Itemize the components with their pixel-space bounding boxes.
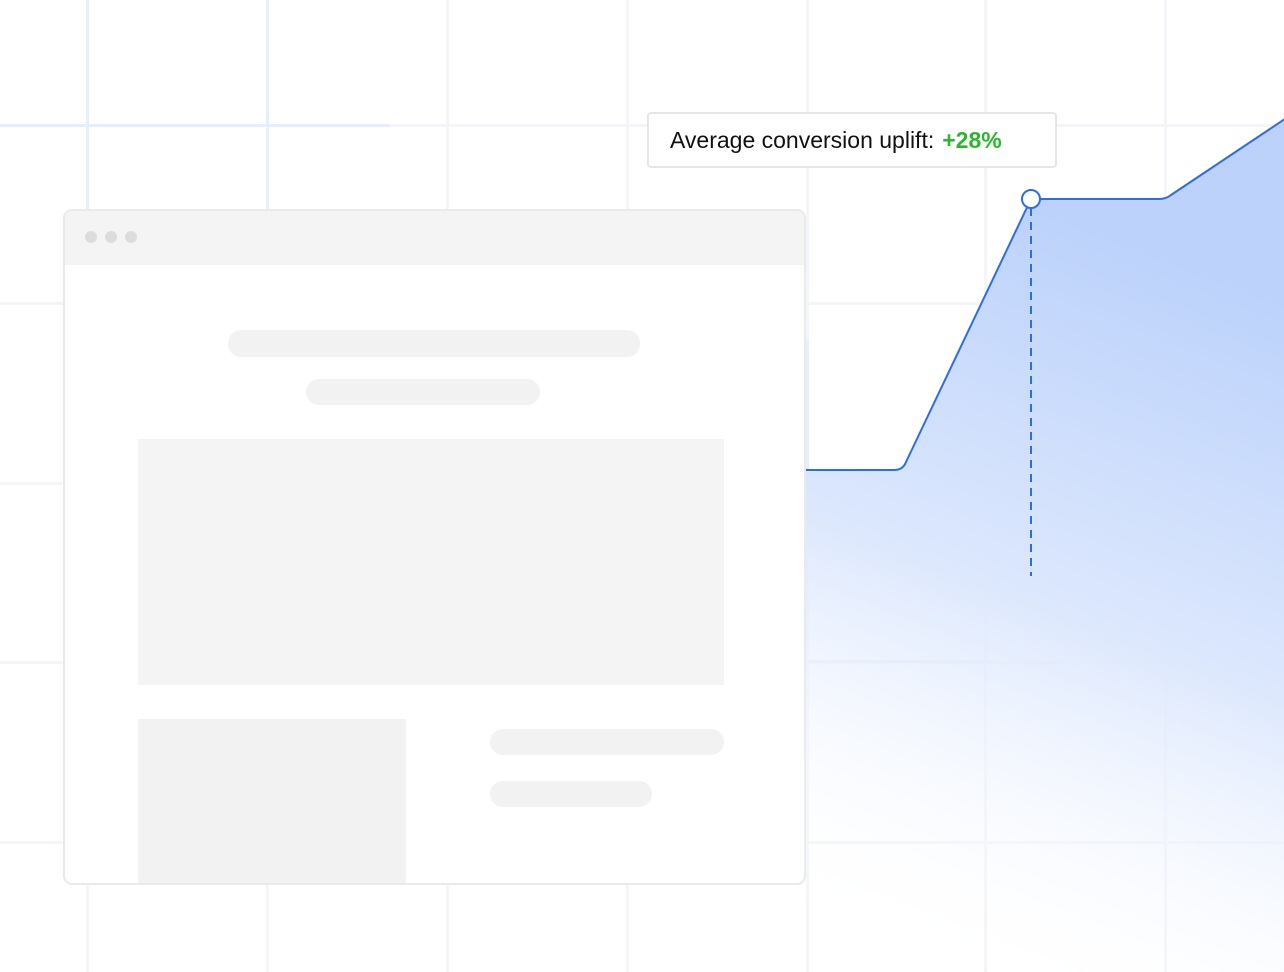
chart-area-fill <box>760 119 1284 972</box>
browser-titlebar <box>65 211 804 265</box>
uplift-callout: Average conversion uplift: +28% <box>647 112 1057 168</box>
placeholder-title <box>228 330 640 357</box>
highlight-data-point <box>1021 189 1041 209</box>
placeholder-thumbnail <box>138 719 406 883</box>
placeholder-hero-image <box>138 439 724 685</box>
illustration-canvas: Average conversion uplift: +28% <box>0 0 1284 972</box>
window-dot-icon <box>85 231 97 243</box>
placeholder-text-line <box>490 729 724 755</box>
uplift-label-text: Average conversion uplift: <box>670 126 935 153</box>
placeholder-subtitle <box>306 379 540 405</box>
window-dot-icon <box>105 231 117 243</box>
uplift-value: +28% <box>942 126 1002 153</box>
browser-window-mockup <box>63 209 806 885</box>
placeholder-text-line <box>490 781 652 807</box>
window-dot-icon <box>125 231 137 243</box>
